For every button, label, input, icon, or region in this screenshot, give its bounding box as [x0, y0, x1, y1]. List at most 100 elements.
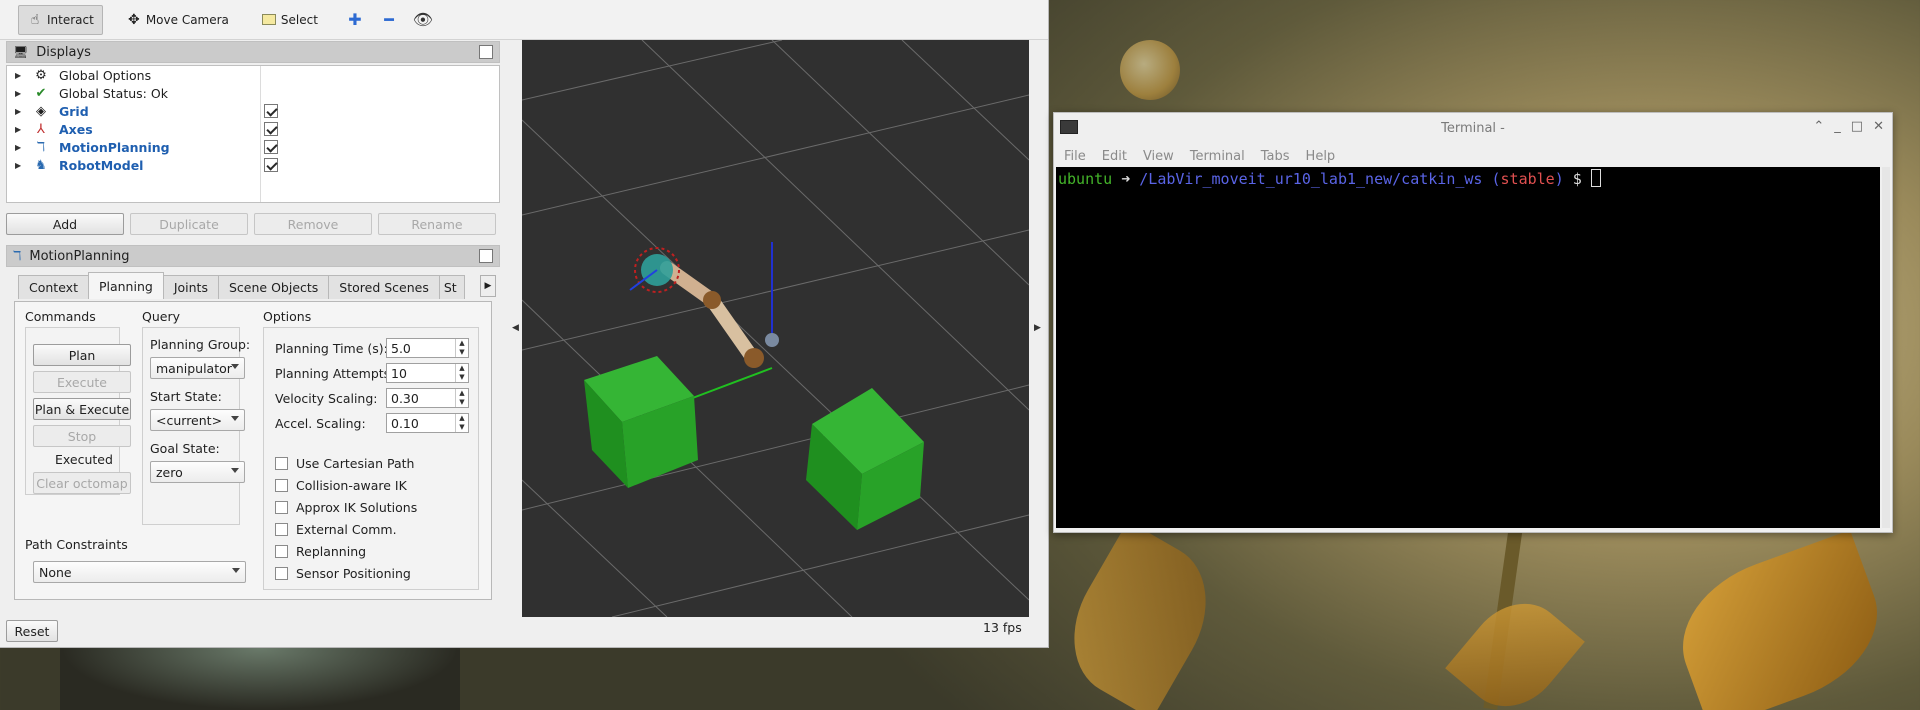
move-camera-label: Move Camera — [145, 12, 229, 27]
options-title: Options — [263, 309, 312, 324]
checkbox-box[interactable] — [275, 457, 288, 470]
expand-arrow-icon[interactable]: ▶ — [15, 161, 25, 170]
displays-button-row: Add Duplicate Remove Rename — [6, 213, 500, 235]
terminal-scrollbar[interactable] — [1882, 167, 1890, 528]
checkbox-label: Collision-aware IK — [296, 478, 407, 493]
goal-state-value: zero — [156, 464, 183, 480]
close-icon[interactable]: ✕ — [1873, 119, 1884, 134]
execute-button[interactable]: Execute — [33, 371, 131, 393]
spin-arrows-icon[interactable]: ▲ ▼ — [455, 414, 468, 432]
tab-scroll-right-icon[interactable]: ▶ — [480, 275, 496, 297]
collapse-right-icon[interactable]: ▶ — [1034, 323, 1041, 333]
remove-display-button[interactable]: Remove — [254, 213, 372, 235]
expand-arrow-icon[interactable]: ▶ — [15, 89, 25, 98]
tree-row-axes[interactable]: ▶ ⅄ Axes — [7, 120, 499, 138]
tree-row-global-options[interactable]: ▶ ⚙ Global Options — [7, 66, 499, 84]
view-tool-button[interactable]: 👁 — [409, 7, 437, 33]
displays-float-toggle[interactable] — [479, 45, 493, 59]
text-cursor — [1590, 169, 1601, 187]
tab-scene-objects[interactable]: Scene Objects — [217, 275, 330, 299]
rviz-window: ☝ Interact ✥ Move Camera Select ✚ ━ 👁 🖥 … — [0, 0, 1049, 648]
planning-attempts-input[interactable]: 10 ▲ ▼ — [386, 363, 469, 383]
motion-planning-float-toggle[interactable] — [479, 249, 493, 263]
spin-arrows-icon[interactable]: ▲ ▼ — [455, 339, 468, 357]
menu-edit[interactable]: Edit — [1102, 149, 1127, 164]
accel-scaling-input[interactable]: 0.10 ▲ ▼ — [386, 413, 469, 433]
select-icon — [261, 12, 277, 28]
planning-group-select[interactable]: manipulator — [150, 357, 245, 379]
tree-label: Global Status: Ok — [59, 85, 168, 101]
menu-file[interactable]: File — [1064, 149, 1086, 164]
collision-aware-ik-checkbox[interactable]: Collision-aware IK — [275, 478, 407, 493]
checkbox-box[interactable] — [275, 523, 288, 536]
minimize-icon[interactable]: _ — [1834, 119, 1841, 134]
maximize-icon[interactable]: □ — [1851, 119, 1863, 134]
tree-row-motion-planning[interactable]: ▶ ℸ MotionPlanning — [7, 138, 499, 156]
axes-enabled-checkbox[interactable] — [264, 122, 278, 136]
goal-state-select[interactable]: zero — [150, 461, 245, 483]
checkbox-box[interactable] — [275, 567, 288, 580]
expand-arrow-icon[interactable]: ▶ — [15, 143, 25, 152]
menu-view[interactable]: View — [1143, 149, 1174, 164]
tree-row-global-status[interactable]: ▶ ✔ Global Status: Ok — [7, 84, 499, 102]
collapse-left-icon[interactable]: ◀ — [512, 323, 519, 333]
use-cartesian-path-checkbox[interactable]: Use Cartesian Path — [275, 456, 414, 471]
expand-arrow-icon[interactable]: ▶ — [15, 71, 25, 80]
external-comm-checkbox[interactable]: External Comm. — [275, 522, 397, 537]
tree-row-grid[interactable]: ▶ ◈ Grid — [7, 102, 499, 120]
checkbox-box[interactable] — [275, 479, 288, 492]
checkbox-label: Sensor Positioning — [296, 566, 411, 581]
tab-planning[interactable]: Planning — [87, 272, 164, 299]
add-display-button[interactable]: Add — [6, 213, 124, 235]
spin-arrows-icon[interactable]: ▲ ▼ — [455, 364, 468, 382]
expand-arrow-icon[interactable]: ▶ — [15, 125, 25, 134]
tab-joints[interactable]: Joints — [162, 275, 219, 299]
select-tool-button[interactable]: Select — [252, 5, 327, 35]
grid-enabled-checkbox[interactable] — [264, 104, 278, 118]
tab-context[interactable]: Context — [18, 275, 89, 299]
stop-button[interactable]: Stop — [33, 425, 131, 447]
tab-stored-scenes[interactable]: Stored Scenes — [328, 275, 440, 299]
sensor-positioning-checkbox[interactable]: Sensor Positioning — [275, 566, 411, 581]
shade-icon[interactable]: ⌃ — [1813, 119, 1824, 134]
checkbox-box[interactable] — [275, 545, 288, 558]
displays-title: Displays — [36, 44, 91, 60]
checkbox-box[interactable] — [275, 501, 288, 514]
approx-ik-checkbox[interactable]: Approx IK Solutions — [275, 500, 417, 515]
reset-button[interactable]: Reset — [6, 620, 58, 642]
rename-display-button[interactable]: Rename — [378, 213, 496, 235]
path-constraints-select[interactable]: None — [33, 561, 246, 583]
spin-arrows-icon[interactable]: ▲ ▼ — [455, 389, 468, 407]
duplicate-display-button[interactable]: Duplicate — [130, 213, 248, 235]
check-icon: ✔ — [35, 85, 47, 101]
menu-tabs[interactable]: Tabs — [1261, 149, 1290, 164]
menu-terminal[interactable]: Terminal — [1190, 149, 1245, 164]
terminal-screen[interactable]: ubuntu ➜ /LabVir_moveit_ur10_lab1_new/ca… — [1056, 167, 1880, 528]
green-box-left — [584, 356, 698, 488]
expand-arrow-icon[interactable]: ▶ — [15, 107, 25, 116]
clear-octomap-button[interactable]: Clear octomap — [33, 472, 131, 494]
start-state-select[interactable]: <current> — [150, 409, 245, 431]
robot-model-enabled-checkbox[interactable] — [264, 158, 278, 172]
interact-tool-button[interactable]: ☝ Interact — [18, 4, 103, 35]
plan-and-execute-button[interactable]: Plan & Execute — [33, 398, 131, 420]
velocity-scaling-input[interactable]: 0.30 ▲ ▼ — [386, 388, 469, 408]
motion-planning-panel-header: ℸ MotionPlanning — [6, 245, 500, 267]
tree-row-robot-model[interactable]: ▶ ♞ RobotModel — [7, 156, 499, 174]
motion-planning-enabled-checkbox[interactable] — [264, 140, 278, 154]
add-tool-button[interactable]: ✚ — [341, 7, 369, 33]
remove-tool-button[interactable]: ━ — [375, 7, 403, 33]
plus-icon: ✚ — [348, 10, 362, 29]
displays-panel: 🖥 Displays ▶ ⚙ Global Options ▶ ✔ Global… — [6, 41, 500, 247]
3d-viewport[interactable] — [522, 40, 1029, 617]
start-state-value: <current> — [156, 412, 223, 428]
tab-stored-states[interactable]: St — [438, 275, 465, 299]
green-box-right — [806, 388, 924, 530]
plan-button[interactable]: Plan — [33, 344, 131, 366]
move-camera-tool-button[interactable]: ✥ Move Camera — [117, 5, 238, 35]
planning-time-input[interactable]: 5.0 ▲ ▼ — [386, 338, 469, 358]
terminal-window: Terminal - ⌃ _ □ ✕ File Edit View Termin… — [1053, 112, 1893, 533]
rviz-toolbar: ☝ Interact ✥ Move Camera Select ✚ ━ 👁 — [0, 0, 1048, 40]
replanning-checkbox[interactable]: Replanning — [275, 544, 366, 559]
menu-help[interactable]: Help — [1306, 149, 1336, 164]
